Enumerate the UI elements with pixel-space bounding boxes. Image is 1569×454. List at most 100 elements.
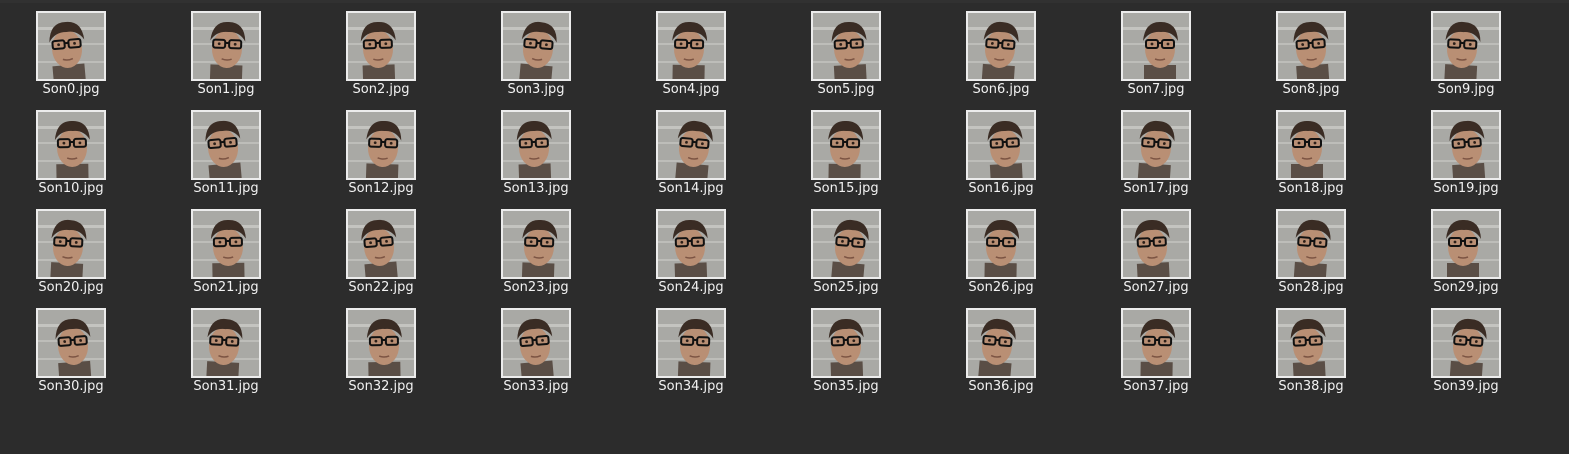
image-thumbnail-icon[interactable] — [501, 11, 571, 81]
image-thumbnail-icon[interactable] — [1276, 308, 1346, 378]
file-item[interactable]: Son23.jpg — [481, 209, 591, 299]
file-item[interactable]: Son1.jpg — [171, 11, 281, 101]
file-name-label: Son5.jpg — [817, 82, 875, 97]
file-item[interactable]: Son25.jpg — [791, 209, 901, 299]
image-thumbnail-icon[interactable] — [1431, 11, 1501, 81]
image-thumbnail-icon[interactable] — [811, 110, 881, 180]
file-item[interactable]: Son39.jpg — [1411, 308, 1521, 398]
image-thumbnail-icon[interactable] — [811, 209, 881, 279]
file-item[interactable]: Son8.jpg — [1256, 11, 1366, 101]
file-item[interactable]: Son20.jpg — [16, 209, 126, 299]
image-thumbnail-icon[interactable] — [346, 209, 416, 279]
file-item[interactable]: Son4.jpg — [636, 11, 746, 101]
image-thumbnail-icon[interactable] — [501, 209, 571, 279]
image-thumbnail-icon[interactable] — [1121, 11, 1191, 81]
image-thumbnail-icon[interactable] — [966, 209, 1036, 279]
image-thumbnail-icon[interactable] — [346, 308, 416, 378]
file-item[interactable]: Son2.jpg — [326, 11, 436, 101]
image-thumbnail-icon[interactable] — [36, 209, 106, 279]
file-item[interactable]: Son22.jpg — [326, 209, 436, 299]
file-name-label: Son32.jpg — [348, 379, 414, 394]
file-item[interactable]: Son0.jpg — [16, 11, 126, 101]
image-thumbnail-icon[interactable] — [346, 110, 416, 180]
image-thumbnail-icon[interactable] — [1276, 11, 1346, 81]
image-thumbnail-icon[interactable] — [966, 308, 1036, 378]
image-thumbnail-icon[interactable] — [191, 11, 261, 81]
file-name-label: Son18.jpg — [1278, 181, 1344, 196]
file-item[interactable]: Son6.jpg — [946, 11, 1056, 101]
file-name-label: Son24.jpg — [658, 280, 724, 295]
file-name-label: Son34.jpg — [658, 379, 724, 394]
file-item[interactable]: Son27.jpg — [1101, 209, 1211, 299]
file-name-label: Son25.jpg — [813, 280, 879, 295]
image-thumbnail-icon[interactable] — [1431, 209, 1501, 279]
image-thumbnail-icon[interactable] — [966, 11, 1036, 81]
file-name-label: Son13.jpg — [503, 181, 569, 196]
file-item[interactable]: Son18.jpg — [1256, 110, 1366, 200]
file-item[interactable]: Son12.jpg — [326, 110, 436, 200]
file-item[interactable]: Son24.jpg — [636, 209, 746, 299]
image-thumbnail-icon[interactable] — [36, 110, 106, 180]
file-name-label: Son28.jpg — [1278, 280, 1344, 295]
file-name-label: Son35.jpg — [813, 379, 879, 394]
file-item[interactable]: Son19.jpg — [1411, 110, 1521, 200]
file-item[interactable]: Son33.jpg — [481, 308, 591, 398]
file-item[interactable]: Son28.jpg — [1256, 209, 1366, 299]
file-name-label: Son33.jpg — [503, 379, 569, 394]
file-item[interactable]: Son36.jpg — [946, 308, 1056, 398]
file-name-label: Son39.jpg — [1433, 379, 1499, 394]
file-name-label: Son3.jpg — [507, 82, 565, 97]
image-thumbnail-icon[interactable] — [1431, 110, 1501, 180]
file-name-label: Son11.jpg — [193, 181, 259, 196]
file-item[interactable]: Son7.jpg — [1101, 11, 1211, 101]
file-name-label: Son9.jpg — [1437, 82, 1495, 97]
image-thumbnail-icon[interactable] — [191, 110, 261, 180]
image-thumbnail-icon[interactable] — [966, 110, 1036, 180]
image-thumbnail-icon[interactable] — [811, 11, 881, 81]
file-item[interactable]: Son15.jpg — [791, 110, 901, 200]
image-thumbnail-icon[interactable] — [1121, 308, 1191, 378]
file-item[interactable]: Son21.jpg — [171, 209, 281, 299]
image-thumbnail-icon[interactable] — [191, 209, 261, 279]
file-item[interactable]: Son26.jpg — [946, 209, 1056, 299]
image-thumbnail-icon[interactable] — [191, 308, 261, 378]
file-item[interactable]: Son3.jpg — [481, 11, 591, 101]
image-thumbnail-icon[interactable] — [36, 11, 106, 81]
file-item[interactable]: Son16.jpg — [946, 110, 1056, 200]
file-name-label: Son8.jpg — [1282, 82, 1340, 97]
file-item[interactable]: Son17.jpg — [1101, 110, 1211, 200]
file-item[interactable]: Son37.jpg — [1101, 308, 1211, 398]
file-item[interactable]: Son10.jpg — [16, 110, 126, 200]
image-thumbnail-icon[interactable] — [36, 308, 106, 378]
file-item[interactable]: Son35.jpg — [791, 308, 901, 398]
image-thumbnail-icon[interactable] — [656, 308, 726, 378]
file-item[interactable]: Son30.jpg — [16, 308, 126, 398]
file-item[interactable]: Son34.jpg — [636, 308, 746, 398]
image-thumbnail-icon[interactable] — [1431, 308, 1501, 378]
file-item[interactable]: Son9.jpg — [1411, 11, 1521, 101]
file-item[interactable]: Son38.jpg — [1256, 308, 1366, 398]
file-item[interactable]: Son13.jpg — [481, 110, 591, 200]
file-item[interactable]: Son14.jpg — [636, 110, 746, 200]
image-thumbnail-icon[interactable] — [346, 11, 416, 81]
file-name-label: Son37.jpg — [1123, 379, 1189, 394]
file-item[interactable]: Son5.jpg — [791, 11, 901, 101]
file-name-label: Son30.jpg — [38, 379, 104, 394]
image-thumbnail-icon[interactable] — [1121, 110, 1191, 180]
file-name-label: Son1.jpg — [197, 82, 255, 97]
file-name-label: Son36.jpg — [968, 379, 1034, 394]
image-thumbnail-icon[interactable] — [656, 11, 726, 81]
file-item[interactable]: Son11.jpg — [171, 110, 281, 200]
image-thumbnail-icon[interactable] — [501, 308, 571, 378]
image-thumbnail-icon[interactable] — [1121, 209, 1191, 279]
file-item[interactable]: Son32.jpg — [326, 308, 436, 398]
image-thumbnail-icon[interactable] — [656, 110, 726, 180]
file-item[interactable]: Son31.jpg — [171, 308, 281, 398]
image-thumbnail-icon[interactable] — [1276, 209, 1346, 279]
file-name-label: Son14.jpg — [658, 181, 724, 196]
image-thumbnail-icon[interactable] — [656, 209, 726, 279]
image-thumbnail-icon[interactable] — [501, 110, 571, 180]
image-thumbnail-icon[interactable] — [811, 308, 881, 378]
image-thumbnail-icon[interactable] — [1276, 110, 1346, 180]
file-item[interactable]: Son29.jpg — [1411, 209, 1521, 299]
